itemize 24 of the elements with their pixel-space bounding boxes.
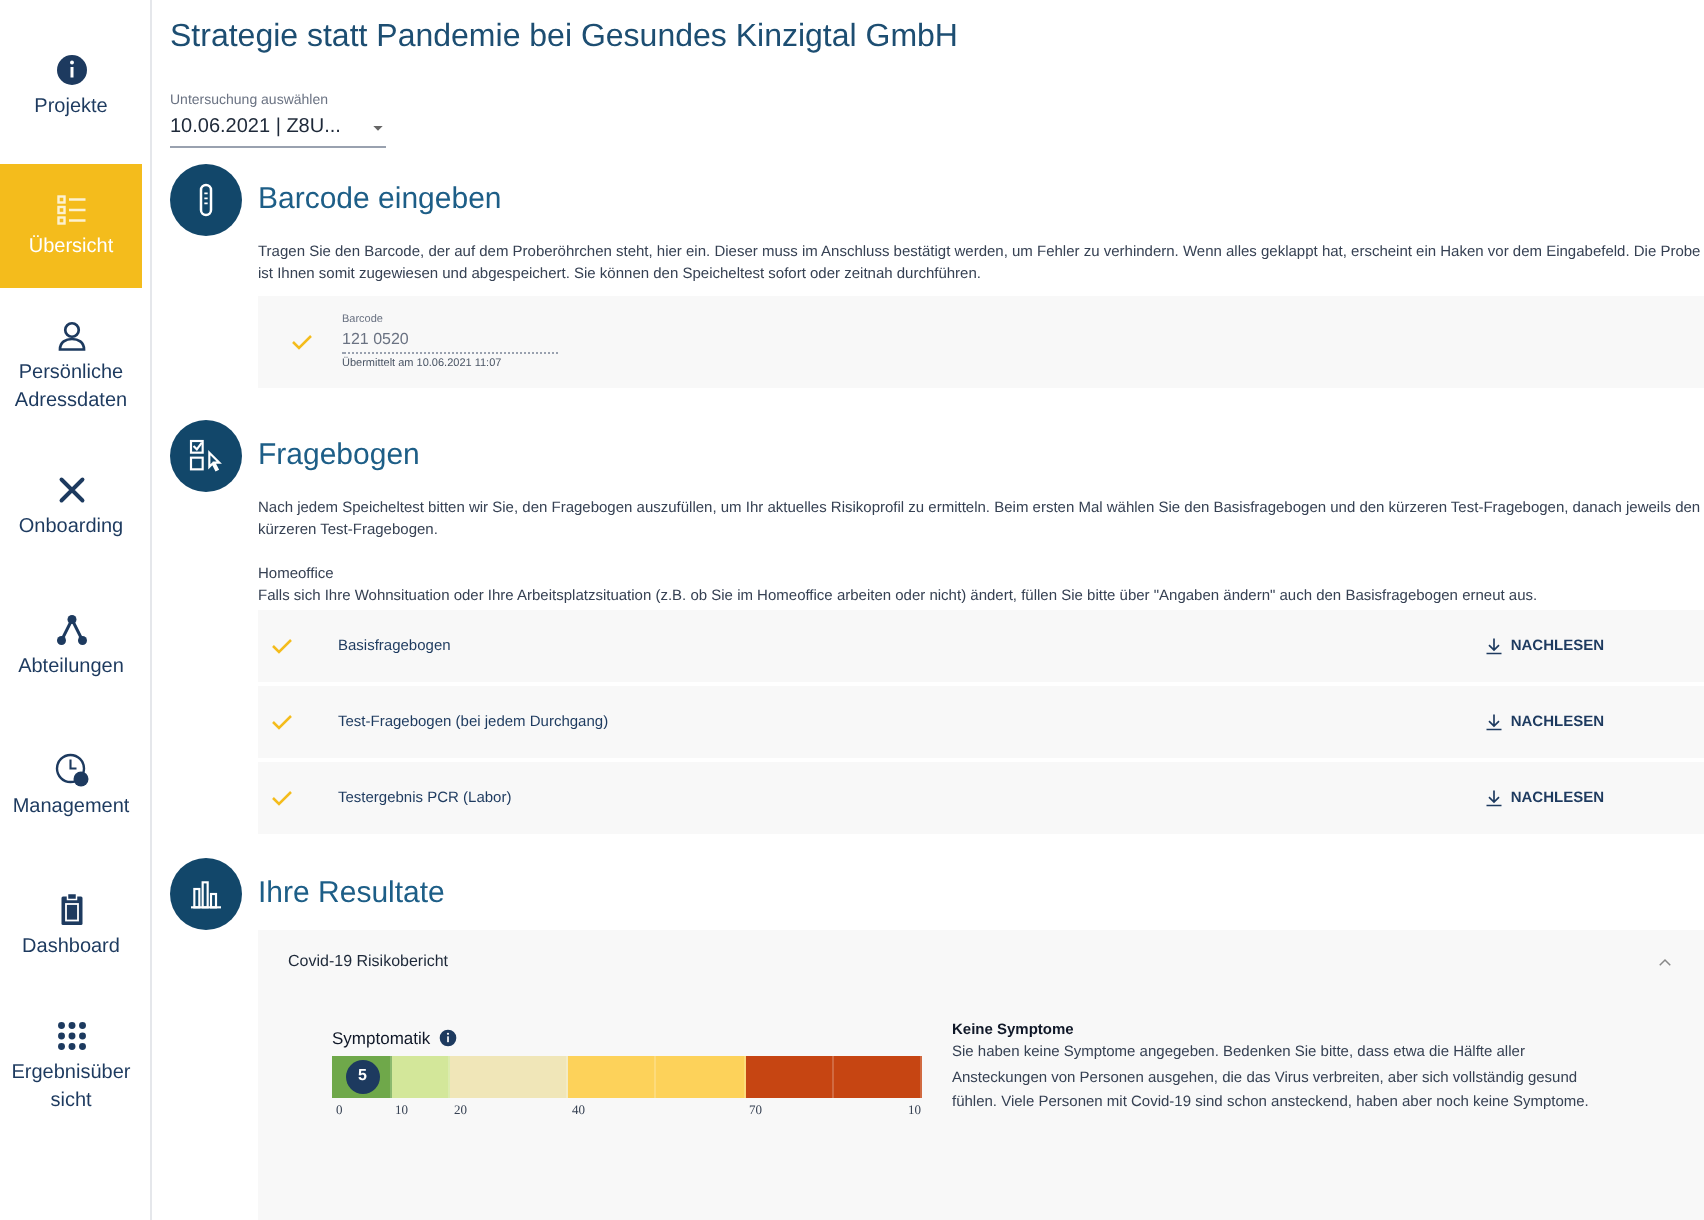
download-icon [1484,788,1505,808]
panel-title: Covid-19 Risikobericht [288,950,449,974]
sidebar-item[interactable]: Projekte [0,24,142,148]
section-title: Fragebogen [258,435,420,476]
sidebar-item[interactable]: Dashboard [0,864,142,988]
page-title: Strategie statt Pandemie bei Gesundes Kinzigtal GmbH [170,18,960,58]
info-icon [438,1028,459,1049]
sidebar-item[interactable]: Abteilungen [0,584,142,708]
download-icon [1484,636,1505,656]
nodes-icon [53,611,89,647]
checklist-icon [186,436,226,476]
person-icon [53,317,89,353]
grid-icon [53,1017,89,1053]
scale-title: Symptomatik [332,1026,431,1052]
clock-icon [53,751,89,787]
sidebar-item[interactable]: Onboarding [0,444,142,568]
list-icon [53,191,89,227]
sidebar-item[interactable]: Ergebnisübersicht [0,1004,142,1128]
sidebar-item[interactable]: Persönliche Adressdaten [0,304,142,428]
section-title: Ihre Resultate [258,873,445,914]
download-icon [1484,712,1505,732]
info-icon [53,51,89,87]
sidebar-item[interactable]: Management [0,724,142,848]
section-title: Barcode eingeben [258,179,502,220]
